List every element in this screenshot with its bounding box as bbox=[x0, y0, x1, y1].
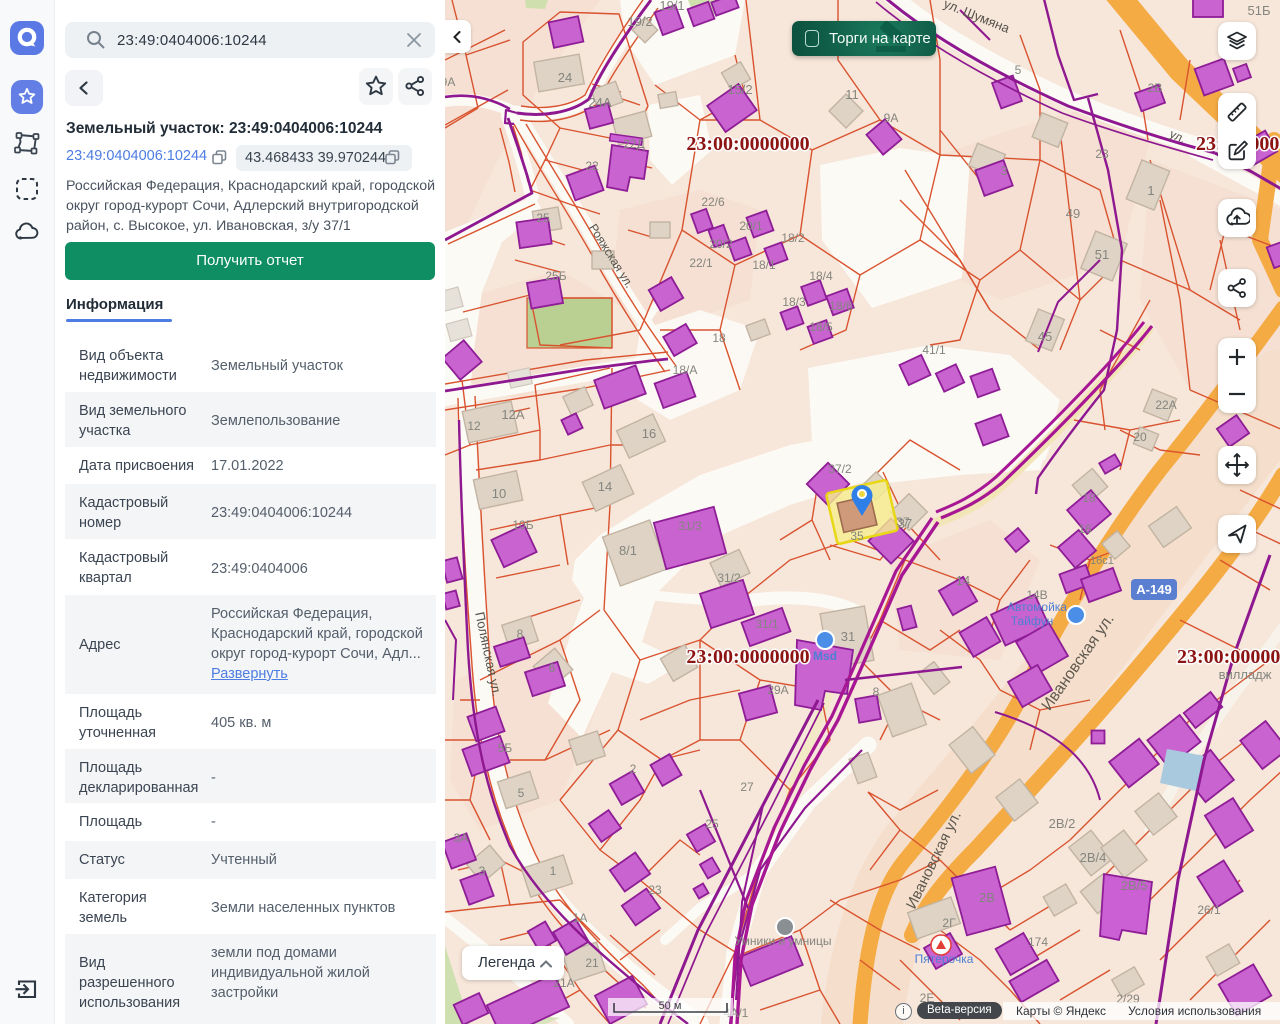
svg-text:18/3: 18/3 bbox=[782, 295, 806, 309]
svg-text:29А: 29А bbox=[767, 683, 788, 697]
svg-text:51: 51 bbox=[1095, 247, 1109, 262]
svg-text:20/1: 20/1 bbox=[739, 219, 763, 233]
svg-text:3: 3 bbox=[1001, 164, 1008, 178]
svg-text:5: 5 bbox=[518, 786, 525, 800]
svg-text:23: 23 bbox=[1095, 147, 1109, 161]
svg-text:14: 14 bbox=[956, 573, 970, 588]
svg-text:18: 18 bbox=[1082, 491, 1096, 505]
svg-text:2В/5: 2В/5 bbox=[1121, 878, 1148, 893]
svg-text:22/6: 22/6 bbox=[701, 195, 725, 209]
svg-text:23: 23 bbox=[648, 883, 662, 897]
svg-text:2Г: 2Г bbox=[942, 916, 956, 930]
svg-text:10: 10 bbox=[492, 486, 506, 501]
svg-text:37: 37 bbox=[896, 515, 910, 529]
svg-text:6: 6 bbox=[549, 661, 556, 675]
svg-text:3: 3 bbox=[479, 864, 486, 878]
svg-text:31/1: 31/1 bbox=[755, 617, 779, 631]
svg-text:5Б: 5Б bbox=[498, 741, 513, 755]
svg-text:174: 174 bbox=[1028, 935, 1048, 949]
svg-text:1: 1 bbox=[550, 864, 557, 878]
svg-text:А-149: А-149 bbox=[1136, 582, 1171, 597]
svg-text:18/2: 18/2 bbox=[781, 231, 805, 245]
svg-text:18/6: 18/6 bbox=[829, 299, 853, 313]
svg-text:22: 22 bbox=[585, 159, 599, 173]
svg-text:11: 11 bbox=[845, 87, 859, 102]
svg-text:25: 25 bbox=[705, 817, 719, 831]
svg-text:19/1: 19/1 bbox=[659, 0, 684, 13]
svg-text:2В/4: 2В/4 bbox=[1080, 850, 1107, 865]
svg-text:26/1: 26/1 bbox=[1197, 903, 1221, 917]
svg-text:8: 8 bbox=[873, 685, 880, 699]
svg-text:18/4: 18/4 bbox=[809, 269, 833, 283]
svg-text:51Б: 51Б bbox=[1248, 3, 1271, 18]
svg-text:20: 20 bbox=[1133, 430, 1147, 444]
svg-text:15/2: 15/2 bbox=[727, 82, 752, 97]
svg-text:31: 31 bbox=[841, 629, 855, 644]
svg-text:12: 12 bbox=[467, 419, 481, 433]
svg-text:20/2: 20/2 bbox=[709, 237, 733, 251]
svg-text:18: 18 bbox=[712, 331, 726, 345]
svg-text:Тайфун: Тайфун bbox=[1011, 614, 1054, 628]
svg-text:14: 14 bbox=[598, 479, 612, 494]
svg-text:45: 45 bbox=[1038, 329, 1052, 344]
svg-text:22/1: 22/1 bbox=[689, 256, 713, 270]
svg-text:27: 27 bbox=[740, 780, 754, 794]
svg-text:22Д: 22Д bbox=[623, 137, 644, 151]
svg-text:25: 25 bbox=[536, 211, 550, 225]
svg-text:3А: 3А bbox=[454, 831, 469, 845]
svg-text:8/1: 8/1 bbox=[619, 543, 637, 558]
svg-text:22А: 22А bbox=[1155, 398, 1176, 412]
svg-text:16: 16 bbox=[1078, 522, 1092, 536]
svg-text:Msd: Msd bbox=[813, 649, 837, 663]
svg-text:37/2: 37/2 bbox=[828, 462, 852, 476]
svg-text:41/1: 41/1 bbox=[922, 343, 946, 357]
svg-text:Автомойка: Автомойка bbox=[1007, 600, 1067, 614]
svg-text:2В: 2В bbox=[979, 890, 995, 905]
svg-text:2В/2: 2В/2 bbox=[1049, 816, 1076, 831]
svg-text:49: 49 bbox=[1066, 206, 1080, 221]
svg-text:2: 2 bbox=[630, 762, 637, 776]
svg-text:18/А: 18/А bbox=[673, 363, 698, 377]
svg-text:23:00:0000000: 23:00:0000000 bbox=[686, 133, 809, 155]
svg-text:31/2: 31/2 bbox=[717, 571, 741, 585]
svg-text:25Б: 25Б bbox=[545, 269, 566, 283]
svg-text:вилладж: вилладж bbox=[1219, 667, 1272, 682]
svg-text:23:00:0000000: 23:00:0000000 bbox=[1177, 646, 1280, 668]
svg-text:12А: 12А bbox=[501, 407, 524, 422]
svg-text:35: 35 bbox=[850, 529, 864, 543]
svg-text:2В: 2В bbox=[1148, 81, 1163, 95]
svg-text:23:00:0000000: 23:00:0000000 bbox=[686, 646, 809, 668]
svg-text:19/2: 19/2 bbox=[627, 14, 652, 29]
svg-text:18/1: 18/1 bbox=[752, 258, 776, 272]
svg-text:9А: 9А bbox=[884, 111, 899, 125]
svg-text:50 м: 50 м bbox=[659, 1000, 682, 1012]
svg-text:16с1: 16с1 bbox=[1090, 555, 1114, 567]
svg-text:18/5: 18/5 bbox=[809, 320, 833, 334]
svg-text:31/3: 31/3 bbox=[678, 519, 702, 533]
svg-text:24А: 24А bbox=[588, 95, 611, 110]
svg-text:21: 21 bbox=[585, 956, 599, 970]
svg-text:16: 16 bbox=[642, 426, 656, 441]
svg-text:1: 1 bbox=[1147, 183, 1154, 198]
svg-text:8: 8 bbox=[517, 627, 524, 641]
svg-text:10Б: 10Б bbox=[512, 518, 533, 532]
svg-text:1А: 1А bbox=[573, 911, 588, 925]
svg-text:5: 5 bbox=[1015, 63, 1022, 77]
svg-text:24: 24 bbox=[558, 70, 572, 85]
svg-text:9А: 9А bbox=[445, 75, 455, 89]
svg-text:Пятёрочка: Пятёрочка bbox=[915, 952, 974, 966]
